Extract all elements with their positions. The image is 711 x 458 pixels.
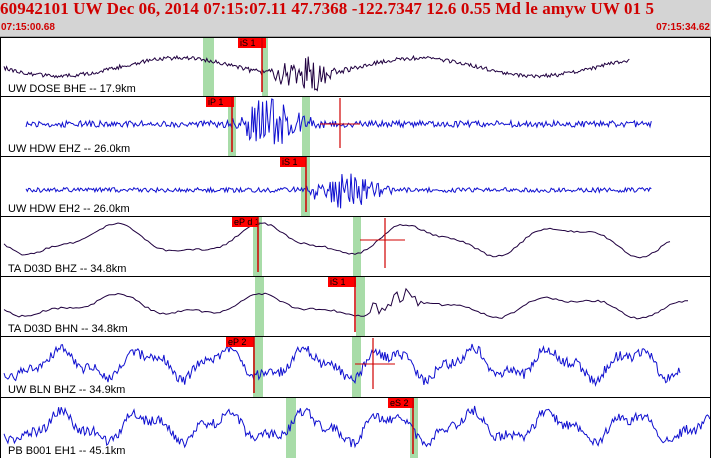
pick-label: iS 1 [282, 157, 298, 167]
waveform-line [3, 405, 711, 449]
trace-panel[interactable]: iP 1 UW HDW EHZ -- 26.0km [0, 96, 711, 157]
channel-label: TA D03D BHN -- 34.8km [8, 323, 128, 335]
pick-window [352, 337, 361, 397]
event-header: 60942101 UW Dec 06, 2014 07:15:07.11 47.… [0, 0, 711, 37]
trace-panel[interactable]: eP 2 UW BLN BHZ -- 34.9km [0, 336, 711, 398]
trace-panel[interactable]: eS 2 PB B001 EH1 -- 45.1km [0, 397, 711, 458]
event-title: 60942101 UW Dec 06, 2014 07:15:07.11 47.… [0, 0, 655, 18]
waveform-line [25, 98, 652, 145]
channel-label: UW HDW EHZ -- 26.0km [8, 143, 130, 155]
waveform-line [3, 287, 688, 320]
pick-label: iS 1 [240, 38, 256, 48]
waveform-line [3, 222, 671, 259]
start-time: 07:15:00.68 [1, 22, 55, 33]
pick-window [255, 277, 264, 336]
end-time: 07:15:34.62 [656, 22, 710, 33]
pick-window [356, 277, 365, 336]
pick-label: eP d 1 [234, 217, 260, 227]
channel-label: UW BLN BHZ -- 34.9km [8, 384, 125, 396]
seismogram-traces[interactable]: iS 1 UW DOSE BHE -- 17.9km iP 1 UW HDW EHZ … [0, 37, 711, 458]
pick-label: iP 1 [208, 97, 223, 107]
pick-label: eS 2 [390, 398, 409, 408]
pick-label: iS 1 [330, 277, 346, 287]
trace-panel[interactable]: iS 1 TA D03D BHN -- 34.8km [0, 276, 711, 337]
pick-window [353, 217, 361, 276]
channel-label: UW DOSE BHE -- 17.9km [8, 83, 136, 95]
channel-label: PB B001 EH1 -- 45.1km [8, 445, 125, 457]
trace-panel[interactable]: iS 1 UW HDW EH2 -- 26.0km [0, 156, 711, 217]
pick-window [203, 38, 214, 96]
pick-window [286, 398, 296, 458]
channel-label: UW HDW EH2 -- 26.0km [8, 203, 130, 215]
trace-panel[interactable]: iS 1 UW DOSE BHE -- 17.9km [0, 37, 711, 97]
channel-label: TA D03D BHZ -- 34.8km [8, 263, 126, 275]
trace-panel[interactable]: eP d 1 TA D03D BHZ -- 34.8km [0, 216, 711, 277]
pick-label: eP 2 [228, 337, 246, 347]
waveform-line [3, 343, 681, 388]
